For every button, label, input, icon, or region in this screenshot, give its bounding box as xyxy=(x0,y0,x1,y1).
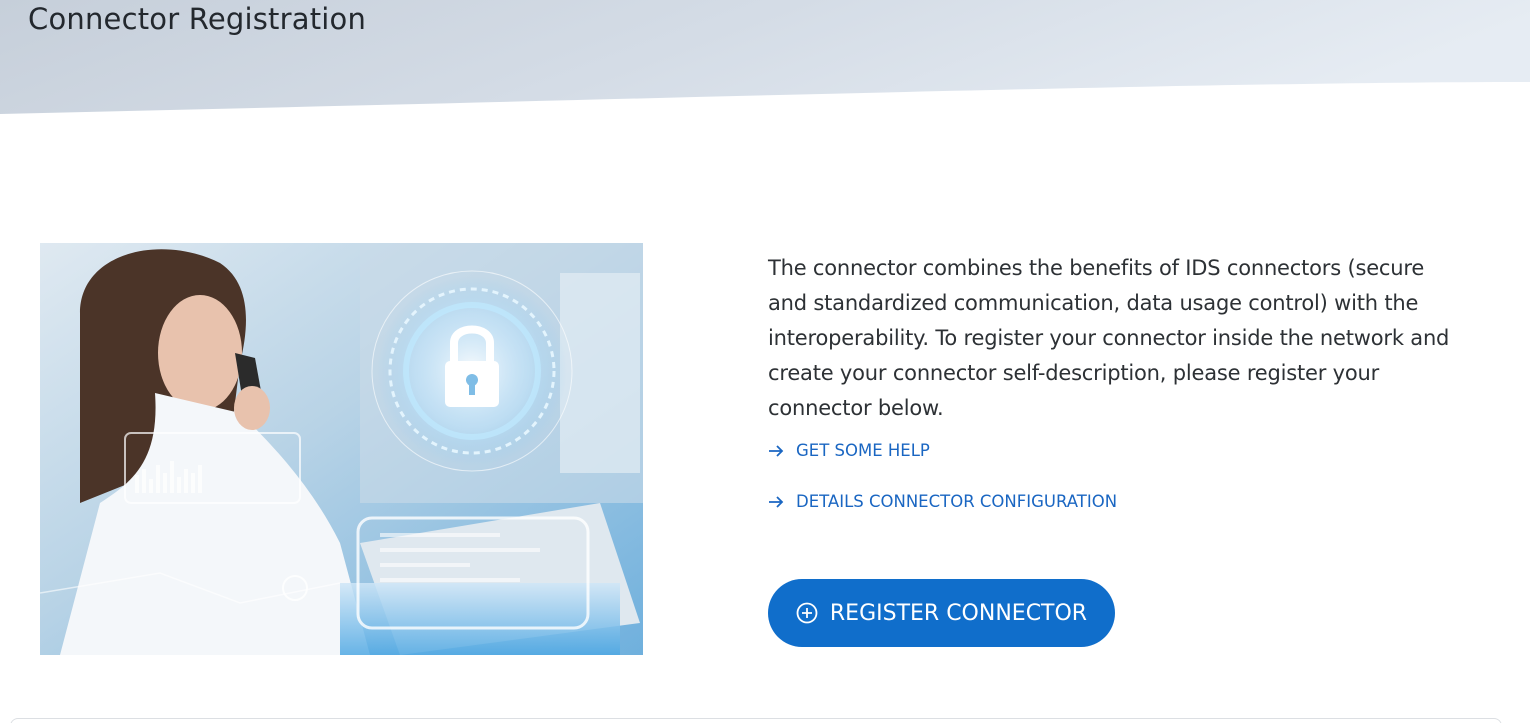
page: Connector Registration The connector com… xyxy=(0,0,1530,723)
description-text: The connector combines the benefits of I… xyxy=(768,256,1450,420)
header-banner: Connector Registration xyxy=(0,0,1530,130)
arrow-right-icon xyxy=(768,443,784,459)
hero-image xyxy=(40,243,643,655)
register-connector-button[interactable]: REGISTER CONNECTOR xyxy=(768,579,1115,647)
arrow-right-icon xyxy=(768,494,784,510)
plus-circle-icon xyxy=(796,602,818,624)
register-connector-label: REGISTER CONNECTOR xyxy=(829,600,1088,626)
page-title: Connector Registration xyxy=(28,2,367,36)
details-connector-configuration-link[interactable]: DETAILS CONNECTOR CONFIGURATION xyxy=(768,492,1117,511)
content-panel: The connector combines the benefits of I… xyxy=(768,251,1468,647)
get-help-label: GET SOME HELP xyxy=(796,441,930,460)
details-connector-configuration-label: DETAILS CONNECTOR CONFIGURATION xyxy=(796,492,1118,511)
footer-divider xyxy=(10,718,1502,723)
get-help-link[interactable]: GET SOME HELP xyxy=(768,441,930,460)
